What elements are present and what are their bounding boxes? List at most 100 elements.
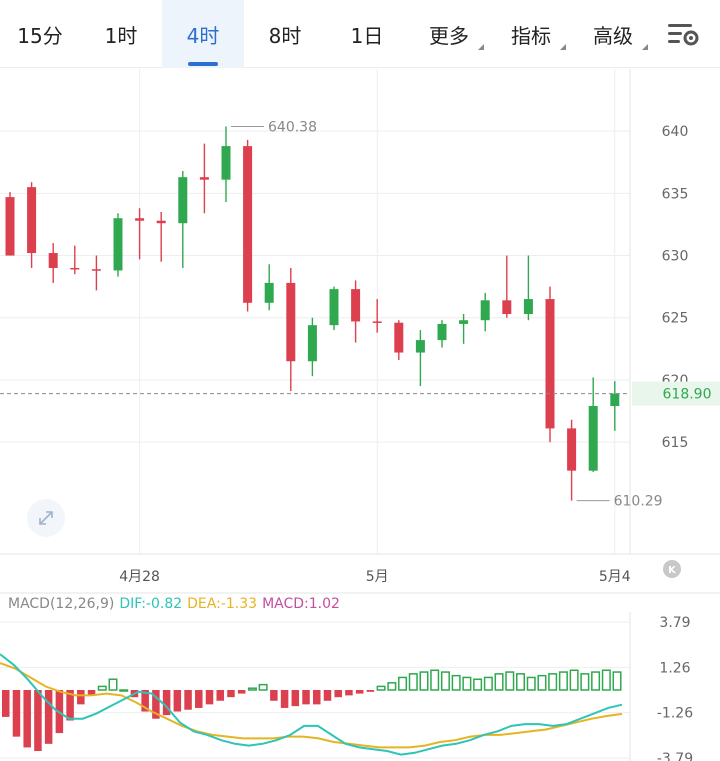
- macd-histogram-bar: [548, 673, 558, 691]
- candle-body: [156, 220, 166, 224]
- macd-histogram-bar: [612, 671, 622, 691]
- macd-histogram-bar: [77, 690, 85, 705]
- macd-histogram-bar: [323, 690, 332, 701]
- macd-histogram-bar: [430, 669, 440, 691]
- macd-histogram-bar: [34, 690, 42, 752]
- candle-body: [329, 289, 339, 326]
- kline-badge-text: K: [668, 565, 677, 576]
- macd-histogram-bar: [451, 674, 461, 691]
- macd-histogram-bar: [270, 690, 278, 701]
- candle-body: [545, 299, 555, 429]
- dif-value: -0.82: [145, 596, 183, 612]
- y-tick-label: 635: [662, 186, 689, 202]
- macd-histogram-bar: [580, 673, 590, 691]
- candle-body: [567, 428, 577, 471]
- macd-histogram-bar: [355, 690, 364, 694]
- macd-label: MACD:: [262, 596, 309, 612]
- candle-body: [91, 269, 101, 271]
- candle-body: [588, 406, 598, 471]
- macd-histogram-bar: [526, 676, 536, 691]
- candle-body: [394, 322, 404, 353]
- candle-body: [135, 218, 145, 221]
- min-price-label: 610.29: [614, 494, 663, 510]
- candle-body: [610, 393, 620, 407]
- candle-body: [437, 323, 447, 341]
- macd-histogram-bar: [591, 671, 601, 691]
- macd-histogram-bar: [227, 690, 235, 698]
- x-tick-label: 5月4: [599, 569, 631, 585]
- macd-histogram-bar: [173, 690, 182, 712]
- macd-histogram-bar: [558, 671, 568, 691]
- y-tick-label: 640: [662, 124, 689, 140]
- macd-histogram-bar: [440, 671, 450, 691]
- candle-body: [502, 300, 512, 314]
- macd-histogram-bar: [302, 690, 310, 705]
- macd-histogram-bar: [119, 689, 129, 692]
- macd-histogram-bar: [505, 671, 515, 691]
- candle-body: [286, 282, 296, 362]
- macd-y-tick-label: -3.79: [657, 751, 693, 761]
- candle-body: [459, 320, 469, 324]
- candle-series: [5, 126, 620, 501]
- macd-histogram-bar: [376, 685, 386, 691]
- macd-histogram-bar: [569, 669, 579, 691]
- macd-legend: MACD(12,26,9) DIF:-0.82 DEA:-1.33 MACD:1.02: [8, 596, 345, 612]
- macd-histogram-bar: [387, 682, 397, 691]
- y-tick-label: 625: [662, 311, 689, 327]
- macd-histogram-bar: [313, 690, 321, 705]
- macd-histogram-bar: [483, 676, 493, 691]
- dea-line: [0, 662, 623, 749]
- macd-indicator: [0, 653, 623, 756]
- macd-histogram-bar: [537, 674, 547, 691]
- dea-value: -1.33: [220, 596, 258, 612]
- macd-y-tick-label: 3.79: [659, 615, 690, 631]
- dea-label: DEA:: [187, 596, 221, 612]
- current-price-label: 618.90: [663, 387, 712, 403]
- dif-line: [0, 653, 623, 756]
- x-tick-label: 5月: [366, 569, 389, 585]
- chart-grid: 6156206256306356404月28 5月 5月43.791.26-1.26…: [0, 69, 720, 761]
- macd-histogram-bar: [247, 687, 257, 691]
- macd-histogram-bar: [205, 690, 214, 705]
- macd-histogram-bar: [345, 690, 353, 696]
- candle-body: [27, 187, 37, 254]
- macd-histogram-bar: [280, 690, 289, 708]
- candle-body: [351, 289, 361, 322]
- macd-params: MACD(12,26,9): [8, 596, 115, 612]
- candle-body: [5, 197, 15, 256]
- macd-value: 1.02: [308, 596, 340, 612]
- candle-body: [199, 177, 209, 180]
- macd-histogram-bar: [2, 690, 10, 717]
- candle-body: [243, 146, 253, 303]
- macd-histogram-bar: [195, 690, 203, 708]
- macd-y-tick-label: -1.26: [657, 706, 693, 722]
- candle-body: [523, 299, 533, 314]
- y-tick-label: 630: [662, 249, 689, 265]
- macd-histogram-bar: [601, 669, 611, 691]
- macd-histogram-bar: [408, 673, 418, 691]
- candle-body: [307, 325, 317, 362]
- candle-body: [178, 177, 188, 224]
- macd-histogram-bar: [473, 678, 483, 691]
- macd-histogram-bar: [97, 685, 107, 691]
- macd-histogram-bar: [494, 673, 504, 691]
- macd-histogram-bar: [398, 676, 408, 691]
- macd-histogram-bar: [216, 690, 224, 701]
- candle-body: [264, 282, 274, 303]
- macd-histogram-bar: [23, 690, 31, 748]
- macd-histogram-bar: [108, 678, 118, 691]
- macd-histogram-bar: [12, 690, 21, 737]
- candle-body: [48, 253, 58, 268]
- candle-body: [415, 340, 425, 353]
- y-tick-label: 615: [662, 435, 689, 451]
- candle-body: [113, 218, 123, 271]
- dif-label: DIF:: [119, 596, 146, 612]
- candlestick-chart[interactable]: 6156206256306356404月28 5月 5月43.791.26-1.26…: [0, 0, 720, 761]
- macd-histogram-bar: [516, 673, 526, 691]
- candle-body: [70, 267, 80, 270]
- chart-overlays: 640.38 610.29 618.90 K: [0, 119, 720, 578]
- macd-histogram-bar: [419, 671, 429, 691]
- macd-histogram-bar: [366, 690, 375, 692]
- candle-body: [480, 300, 490, 321]
- macd-histogram-bar: [462, 676, 472, 691]
